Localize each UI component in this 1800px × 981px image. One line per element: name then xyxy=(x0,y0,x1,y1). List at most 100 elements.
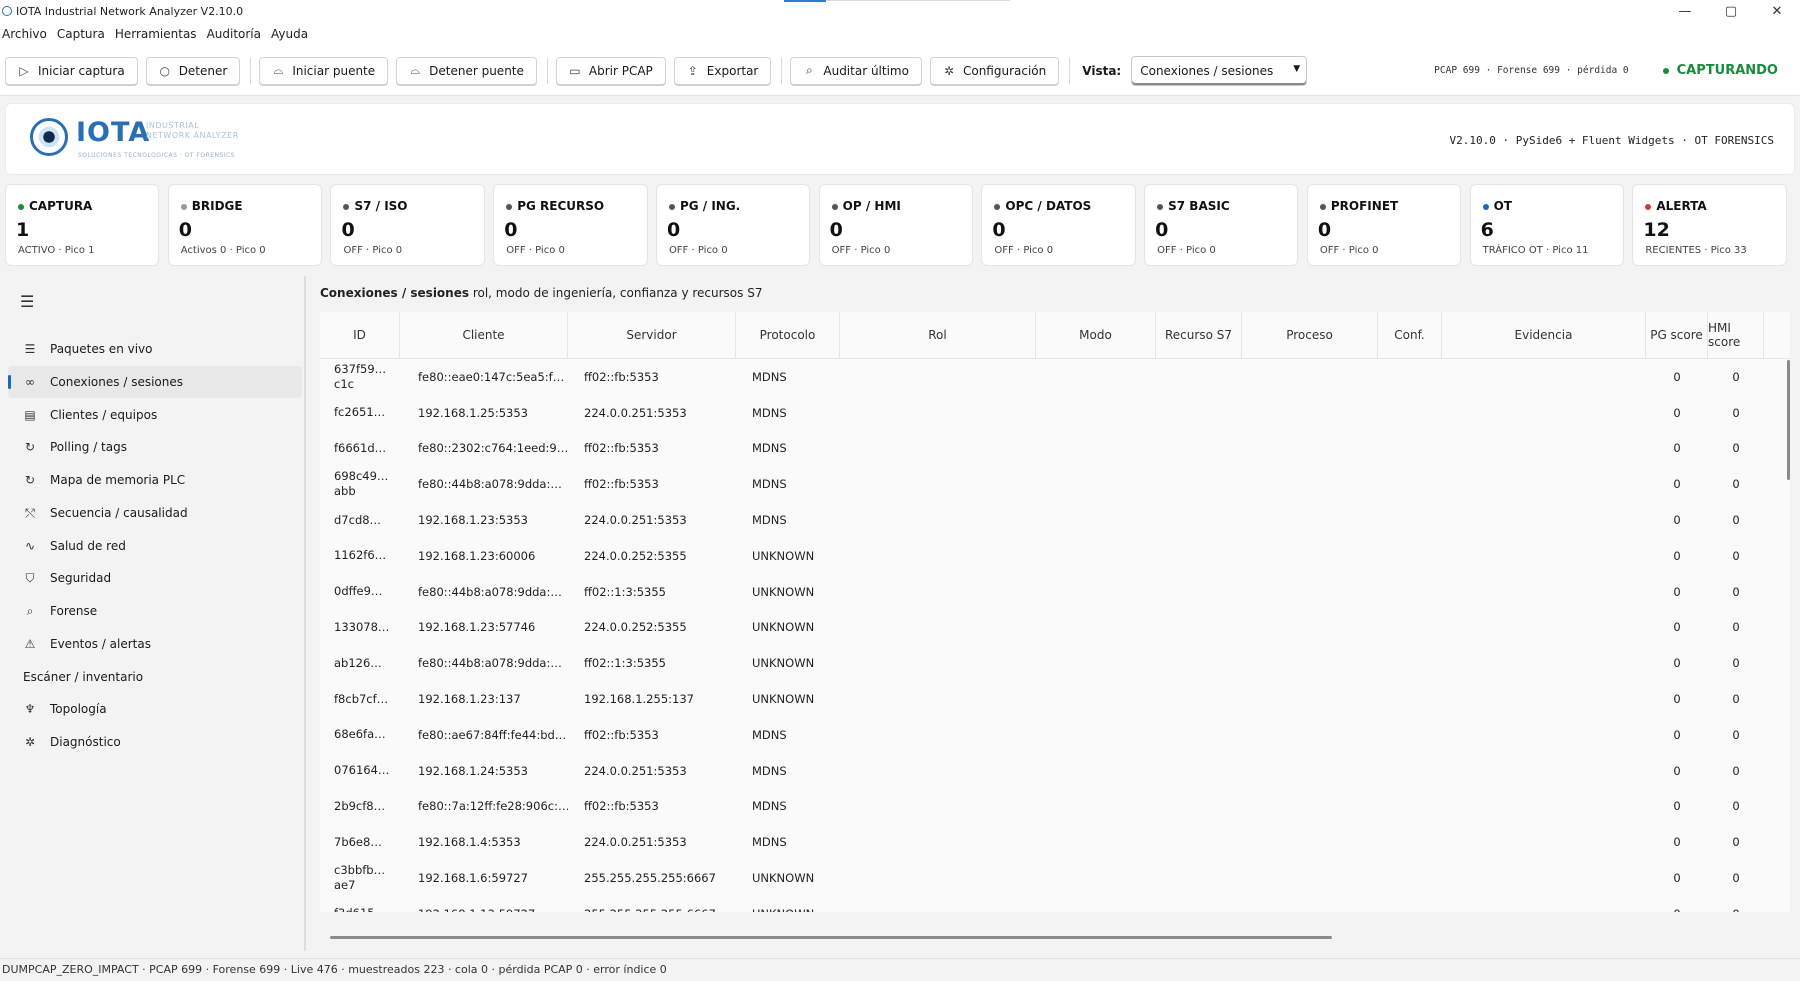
start-capture-button[interactable]: ▷ Iniciar captura xyxy=(5,56,138,85)
sidebar-item[interactable]: ↻ Polling / tags xyxy=(8,431,302,463)
table-row[interactable]: 0dffe9… fe80::44b8:a078:9dda:… ff02::1:3:5… xyxy=(320,574,1790,610)
table-row[interactable]: fc2651… 192.168.1.25:5353 224.0.0.251:5353… xyxy=(320,395,1790,431)
cell-client: 192.168.1.23:5353 xyxy=(418,513,528,528)
cell-client: fe80::44b8:a078:9dda:… xyxy=(418,584,562,599)
card-value: 12 xyxy=(1643,219,1670,241)
start-bridge-button[interactable]: ⌓ Iniciar puente xyxy=(259,56,389,85)
column-header-id[interactable]: ID xyxy=(320,312,400,358)
sidebar-item-label: Topología xyxy=(50,702,107,716)
card-title: S7 / ISO xyxy=(343,199,408,213)
sidebar-item-label: Escáner / inventario xyxy=(23,670,144,684)
hamburger-icon[interactable]: ☰ xyxy=(20,292,34,311)
sidebar-item[interactable]: ∿ Salud de red xyxy=(8,530,302,562)
toolbar-separator xyxy=(546,57,548,84)
card-title: CAPTURA xyxy=(18,199,92,213)
audit-last-button[interactable]: ⌕ Auditar último xyxy=(790,56,922,85)
menu-captura[interactable]: Captura xyxy=(57,27,105,41)
table-row[interactable]: 1162f6… 192.168.1.23:60006 224.0.0.252:535… xyxy=(320,538,1790,574)
bridge-icon: ⌓ xyxy=(410,63,420,77)
sidebar-item[interactable]: ▤ Clientes / equipos xyxy=(8,399,302,431)
sidebar-item[interactable]: ⛉ Seguridad xyxy=(8,562,302,594)
export-button[interactable]: ⇪ Exportar xyxy=(673,56,772,85)
vertical-scrollbar[interactable] xyxy=(1787,360,1790,480)
column-header-protocol[interactable]: Protocolo xyxy=(736,312,840,358)
cell-pg-score: 0 xyxy=(1673,513,1681,528)
table-row[interactable]: ab126… fe80::44b8:a078:9dda:… ff02::1:3:53… xyxy=(320,645,1790,681)
table-row[interactable]: 133078… 192.168.1.23:57746 224.0.0.252:535… xyxy=(320,610,1790,646)
cell-client: 192.168.1.23:60006 xyxy=(418,548,536,563)
sidebar-item[interactable]: ♆ Topología xyxy=(8,693,302,725)
table-row[interactable]: 698c49… abb fe80::44b8:a078:9dda:… ff02::f… xyxy=(320,466,1790,502)
table-row[interactable]: 637f59… c1c fe80::eae0:147c:5ea5:f… ff02::… xyxy=(320,359,1790,395)
cell-pg-score: 0 xyxy=(1673,369,1681,384)
table-row[interactable]: 7b6e8… 192.168.1.4:5353 224.0.0.251:5353 MD… xyxy=(320,824,1790,860)
sidebar-item[interactable]: ∞ Conexiones / sesiones xyxy=(8,366,302,398)
table-row[interactable]: 076164… 192.168.1.24:5353 224.0.0.251:5353… xyxy=(320,753,1790,789)
stop-button[interactable]: ○ Detener xyxy=(145,56,241,85)
card-value: 0 xyxy=(992,219,1006,241)
sidebar-item-label: Forense xyxy=(50,604,98,618)
sidebar-item[interactable]: ⤲ Secuencia / causalidad xyxy=(8,497,302,529)
minimize-icon[interactable]: — xyxy=(1662,0,1708,22)
table-row[interactable]: c3bbfb… ae7 192.168.1.6:59727 255.255.255.… xyxy=(320,860,1790,896)
stat-cards: CAPTURA 1 ACTIVO · Pico 1 BRIDGE 0 Activos 0 … xyxy=(5,184,1795,266)
card-title: ALERTA xyxy=(1645,199,1707,213)
close-icon[interactable]: ✕ xyxy=(1754,0,1800,22)
horizontal-scrollbar[interactable] xyxy=(330,936,1332,939)
cell-server: 192.168.1.255:137 xyxy=(584,692,694,707)
column-header-evidence[interactable]: Evidencia xyxy=(1442,312,1646,358)
menu-ayuda[interactable]: Ayuda xyxy=(271,27,308,41)
sidebar-item[interactable]: Escáner / inventario xyxy=(8,661,302,693)
table-row[interactable]: d7cd8… 192.168.1.23:5353 224.0.0.251:5353 M… xyxy=(320,502,1790,538)
column-header-mode[interactable]: Modo xyxy=(1036,312,1156,358)
header-banner: IOTA INDUSTRIAL NETWORK ANALYZER SOLUCION… xyxy=(5,103,1795,175)
cell-server: ff02::fb:5353 xyxy=(584,477,659,492)
stat-card: S7 BASIC 0 OFF · Pico 0 xyxy=(1144,184,1299,266)
table-row[interactable]: f8cb7cf… 192.168.1.23:137 192.168.1.255:13… xyxy=(320,681,1790,717)
table-row[interactable]: 2b9cf8… fe80::7a:12ff:fe28:906c:… ff02::fb… xyxy=(320,789,1790,825)
cell-hmi-score: 0 xyxy=(1732,835,1740,850)
stat-card: OP / HMI 0 OFF · Pico 0 xyxy=(818,184,974,266)
card-value: 0 xyxy=(1155,219,1169,241)
card-title: PG RECURSO xyxy=(506,199,604,213)
zoom-icon: ⌕ xyxy=(806,63,813,77)
cell-pg-score: 0 xyxy=(1646,907,1708,912)
view-select[interactable]: Conexiones / sesiones ▼ xyxy=(1131,55,1308,86)
cell-protocol: UNKNOWN xyxy=(752,620,815,635)
menu-auditoria[interactable]: Auditoría xyxy=(207,27,261,41)
cell-pg-score: 0 xyxy=(1673,871,1681,886)
maximize-icon[interactable]: ▢ xyxy=(1708,0,1754,22)
sidebar-item[interactable]: ↻ Mapa de memoria PLC xyxy=(8,464,302,496)
table-row[interactable]: f6661d… fe80::2302:c764:1eed:9… ff02::fb:5… xyxy=(320,431,1790,467)
settings-button[interactable]: ✲ Configuración xyxy=(929,56,1060,85)
column-header-server[interactable]: Servidor xyxy=(568,312,736,358)
refresh-icon: ↻ xyxy=(24,440,36,454)
sidebar-item[interactable]: ⚠ Eventos / alertas xyxy=(8,628,302,660)
sidebar-item-label: Diagnóstico xyxy=(50,735,121,749)
column-header-client[interactable]: Cliente xyxy=(400,312,568,358)
card-subtitle: Activos 0 · Pico 0 xyxy=(180,245,266,256)
column-header-role[interactable]: Rol xyxy=(840,312,1036,358)
window-title: IOTA Industrial Network Analyzer V2.10.0 xyxy=(16,4,244,18)
open-pcap-button[interactable]: ▭ Abrir PCAP xyxy=(555,56,666,85)
clients-icon: ▤ xyxy=(24,408,36,422)
column-header-s7-resource[interactable]: Recurso S7 xyxy=(1156,312,1242,358)
table-row[interactable]: 68e6fa… fe80::ae67:84ff:fe44:bd… ff02::fb:… xyxy=(320,717,1790,753)
cell-pg-score: 0 xyxy=(1673,656,1681,671)
column-header-hmi-score[interactable]: HMI score xyxy=(1708,312,1764,358)
table-row[interactable]: f3d615…192.168.1.13:59727255.255.255.255… xyxy=(320,896,1790,912)
title-bar: IOTA Industrial Network Analyzer V2.10.0… xyxy=(0,0,1800,22)
column-header-conf[interactable]: Conf. xyxy=(1378,312,1442,358)
sidebar-item[interactable]: ⌕ Forense xyxy=(8,595,302,627)
column-header-process[interactable]: Proceso xyxy=(1242,312,1378,358)
menu-archivo[interactable]: Archivo xyxy=(2,27,47,41)
column-header-pg-score[interactable]: PG score xyxy=(1646,312,1708,358)
cell-server: 224.0.0.251:5353 xyxy=(584,405,687,420)
sidebar-item[interactable]: ✲ Diagnóstico xyxy=(8,726,302,758)
menu-herramientas[interactable]: Herramientas xyxy=(115,27,197,41)
sidebar-item-label: Secuencia / causalidad xyxy=(50,506,188,520)
cell-id: f8cb7cf… xyxy=(334,691,389,706)
sidebar-item[interactable]: ☰ Paquetes en vivo xyxy=(8,333,302,365)
memory-icon: ↻ xyxy=(24,473,36,487)
stop-bridge-button[interactable]: ⌓ Detener puente xyxy=(396,56,537,85)
